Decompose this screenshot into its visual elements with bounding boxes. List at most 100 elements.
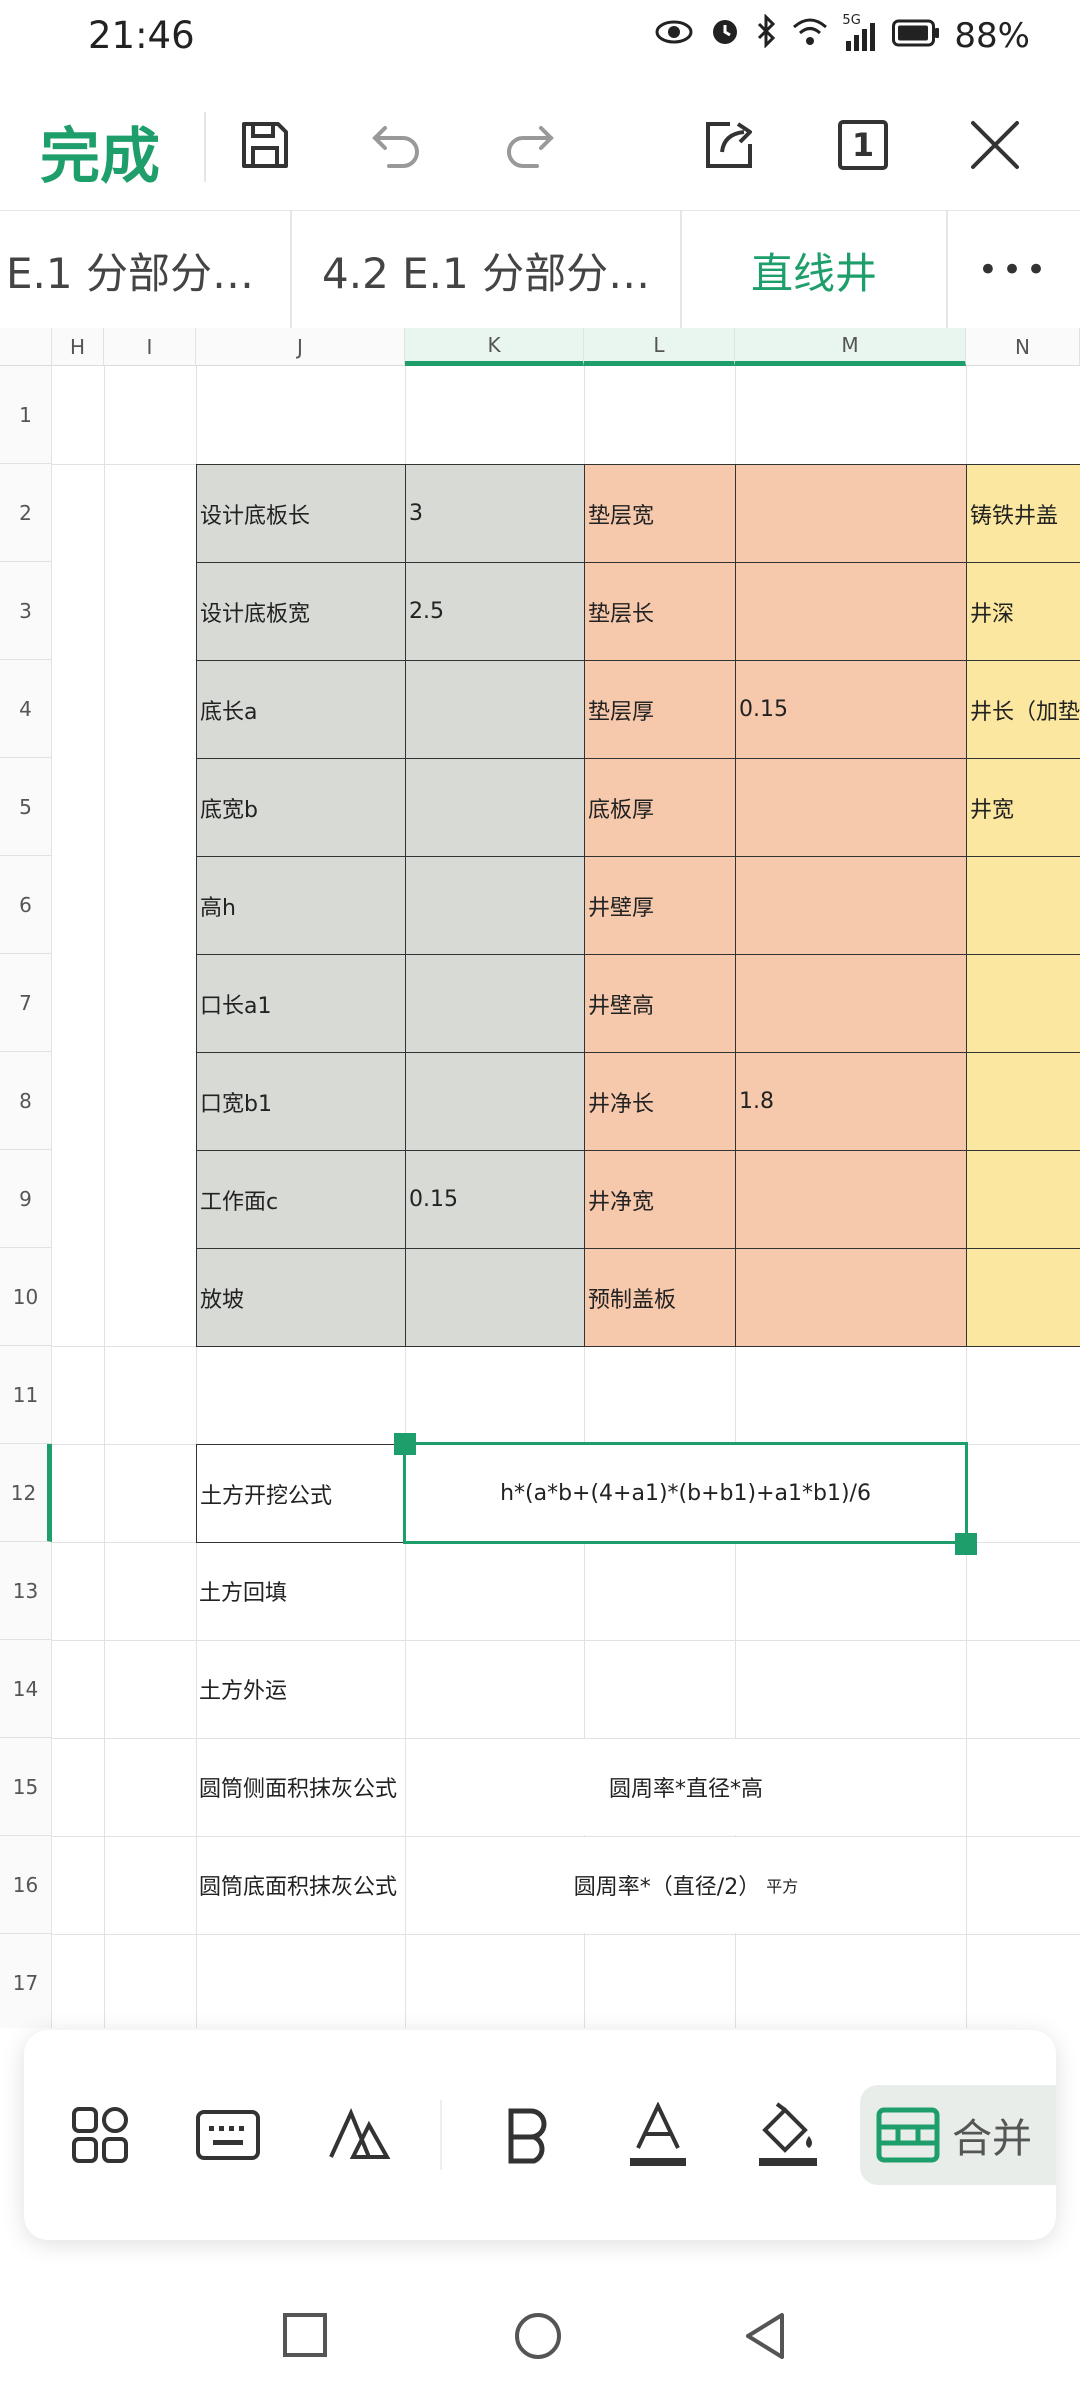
row-header-7[interactable]: 7 — [0, 954, 52, 1052]
row-header-11[interactable]: 11 — [0, 1346, 52, 1444]
cell-n3[interactable]: 井深 — [966, 562, 1080, 661]
cell-j10[interactable]: 放坡 — [196, 1248, 406, 1347]
cell-k4[interactable] — [405, 660, 585, 759]
column-header-l[interactable]: L — [584, 328, 735, 366]
column-header-m[interactable]: M — [735, 328, 966, 366]
cell-j8[interactable]: 口宽b1 — [196, 1052, 406, 1151]
cell-m9[interactable] — [735, 1150, 967, 1249]
cell-n7[interactable] — [966, 954, 1080, 1053]
cell-n10[interactable] — [966, 1248, 1080, 1347]
apps-icon[interactable] — [50, 2085, 150, 2185]
cell-j2[interactable]: 设计底板长 — [196, 464, 406, 563]
cell-l6[interactable]: 井壁厚 — [584, 856, 736, 955]
row-header-4[interactable]: 4 — [0, 660, 52, 758]
cell-l5[interactable]: 底板厚 — [584, 758, 736, 857]
column-header-h[interactable]: H — [52, 328, 104, 366]
recents-square-icon[interactable] — [280, 2310, 330, 2364]
column-header-k[interactable]: K — [405, 328, 584, 366]
cell-k10[interactable] — [405, 1248, 585, 1347]
font-color-icon[interactable] — [608, 2085, 708, 2185]
cell-m8[interactable]: 1.8 — [735, 1052, 967, 1151]
cell-m5[interactable] — [735, 758, 967, 857]
row-header-15[interactable]: 15 — [0, 1738, 52, 1836]
bold-icon[interactable] — [478, 2085, 578, 2185]
cell-n9[interactable] — [966, 1150, 1080, 1249]
sheet-tab-active[interactable]: 直线井 — [682, 211, 946, 329]
close-icon[interactable] — [960, 110, 1030, 180]
cell-k2[interactable]: 3 — [405, 464, 585, 563]
cell-j16[interactable]: 圆筒底面积抹灰公式 — [196, 1836, 405, 1934]
cell-m6[interactable] — [735, 856, 967, 955]
back-triangle-icon[interactable] — [740, 2310, 790, 2366]
redo-icon[interactable] — [494, 110, 564, 180]
row-header-14[interactable]: 14 — [0, 1640, 52, 1738]
cell-m3[interactable] — [735, 562, 967, 661]
row-header-10[interactable]: 10 — [0, 1248, 52, 1346]
cell-j4[interactable]: 底长a — [196, 660, 406, 759]
cell-format-button[interactable]: 合并 — [860, 2085, 1056, 2185]
corner-header[interactable] — [0, 328, 52, 366]
cell-l10[interactable]: 预制盖板 — [584, 1248, 736, 1347]
cell-k16-merged[interactable]: 圆周率*（直径/2） 平方 — [406, 1837, 966, 1933]
cell-n6[interactable] — [966, 856, 1080, 955]
cell-l2[interactable]: 垫层宽 — [584, 464, 736, 563]
cell-k8[interactable] — [405, 1052, 585, 1151]
column-header-j[interactable]: J — [196, 328, 405, 366]
cell-j3[interactable]: 设计底板宽 — [196, 562, 406, 661]
row-header-9[interactable]: 9 — [0, 1150, 52, 1248]
more-tabs-button[interactable]: ••• — [948, 211, 1080, 329]
cell-k9[interactable]: 0.15 — [405, 1150, 585, 1249]
cell-m10[interactable] — [735, 1248, 967, 1347]
row-header-12[interactable]: 12 — [0, 1444, 52, 1542]
cell-l4[interactable]: 垫层厚 — [584, 660, 736, 759]
cell-j12[interactable]: 土方开挖公式 — [196, 1444, 406, 1543]
share-icon[interactable] — [694, 110, 764, 180]
cell-m2[interactable] — [735, 464, 967, 563]
row-header-3[interactable]: 3 — [0, 562, 52, 660]
cell-j14[interactable]: 土方外运 — [196, 1640, 405, 1738]
cell-m4[interactable]: 0.15 — [735, 660, 967, 759]
cell-j9[interactable]: 工作面c — [196, 1150, 406, 1249]
sheet-tab-2[interactable]: 4.2 E.1 分部分… — [322, 211, 682, 329]
cell-k6[interactable] — [405, 856, 585, 955]
cell-l3[interactable]: 垫层长 — [584, 562, 736, 661]
cell-n5[interactable]: 井宽 — [966, 758, 1080, 857]
row-header-13[interactable]: 13 — [0, 1542, 52, 1640]
cell-l7[interactable]: 井壁高 — [584, 954, 736, 1053]
cell-l9[interactable]: 井净宽 — [584, 1150, 736, 1249]
row-header-5[interactable]: 5 — [0, 758, 52, 856]
keyboard-icon[interactable] — [178, 2085, 278, 2185]
spreadsheet-grid[interactable]: H I J K L M N 1 2 3 4 5 6 7 8 9 10 11 12… — [0, 328, 1080, 2028]
cell-k3[interactable]: 2.5 — [405, 562, 585, 661]
column-header-i[interactable]: I — [104, 328, 196, 366]
row-header-2[interactable]: 2 — [0, 464, 52, 562]
done-button[interactable]: 完成 — [40, 108, 160, 195]
sheet-tab-1[interactable]: E.1 分部分… — [6, 211, 286, 329]
cell-j7[interactable]: 口长a1 — [196, 954, 406, 1053]
row-header-6[interactable]: 6 — [0, 856, 52, 954]
cell-k5[interactable] — [405, 758, 585, 857]
row-header-17[interactable]: 17 — [0, 1934, 52, 2028]
cell-j15[interactable]: 圆筒侧面积抹灰公式 — [196, 1738, 405, 1836]
home-circle-icon[interactable] — [512, 2310, 564, 2366]
save-icon[interactable] — [230, 110, 300, 180]
cell-l8[interactable]: 井净长 — [584, 1052, 736, 1151]
cell-k7[interactable] — [405, 954, 585, 1053]
cell-j5[interactable]: 底宽b — [196, 758, 406, 857]
page-count-button[interactable]: 1 — [828, 110, 898, 180]
row-header-16[interactable]: 16 — [0, 1836, 52, 1934]
selection-handle-end[interactable] — [955, 1533, 977, 1555]
cell-k15-merged[interactable]: 圆周率*直径*高 — [406, 1739, 966, 1835]
selection-handle-start[interactable] — [394, 1433, 416, 1455]
cell-n4[interactable]: 井长（加垫 — [966, 660, 1080, 759]
row-header-8[interactable]: 8 — [0, 1052, 52, 1150]
cell-j13[interactable]: 土方回填 — [196, 1542, 405, 1640]
clear-format-icon[interactable] — [308, 2085, 408, 2185]
column-header-n[interactable]: N — [966, 328, 1080, 366]
fill-color-icon[interactable] — [738, 2085, 838, 2185]
cell-n2[interactable]: 铸铁井盖 — [966, 464, 1080, 563]
cell-n8[interactable] — [966, 1052, 1080, 1151]
cell-m7[interactable] — [735, 954, 967, 1053]
cell-j6[interactable]: 高h — [196, 856, 406, 955]
row-header-1[interactable]: 1 — [0, 366, 52, 464]
